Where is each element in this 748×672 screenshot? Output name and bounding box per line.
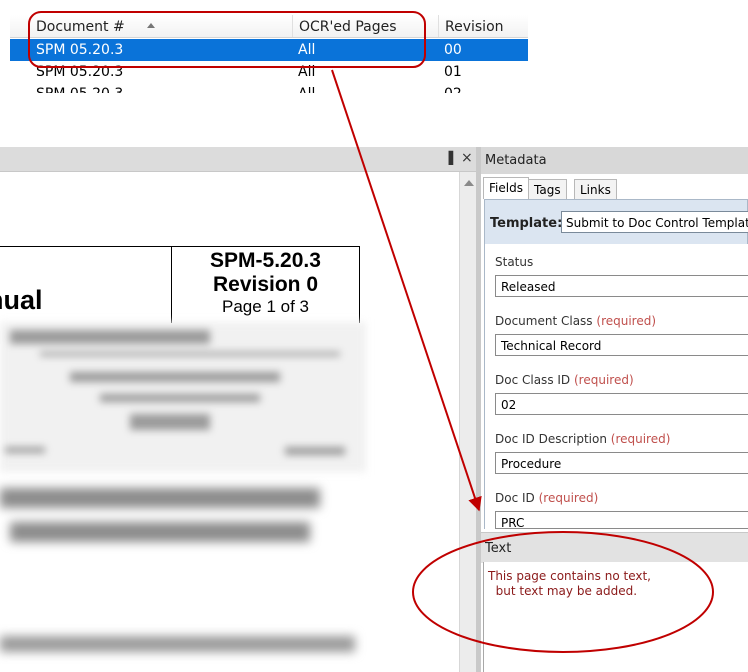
doc-class-id-field[interactable]: 02: [495, 393, 748, 415]
cell-document-number: SPM 05.20.3: [36, 83, 123, 93]
cell-ocr-pages: All: [298, 64, 316, 80]
cell-revision: 02: [444, 83, 462, 93]
metadata-fields: Status Released Document Class (required…: [484, 244, 748, 529]
text-editor-area[interactable]: This page contains no text, but text may…: [483, 562, 748, 672]
tab-tags[interactable]: Tags: [528, 179, 567, 199]
field-label-status: Status: [495, 255, 533, 269]
field-label-doc-id-description: Doc ID Description (required): [495, 432, 670, 446]
column-header-revision[interactable]: Revision: [438, 15, 528, 37]
document-revision: Revision 0: [212, 273, 319, 296]
doc-id-field[interactable]: PRC: [495, 511, 748, 529]
document-grid: Document # OCR'ed Pages Revision SPM 05.…: [10, 15, 528, 93]
table-row[interactable]: SPM 05.20.3 All 01: [10, 61, 528, 83]
cell-ocr-pages: All: [298, 83, 315, 93]
blurred-body-text: [0, 630, 360, 666]
text-panel-header: Text: [481, 532, 748, 563]
column-header-label: OCR'ed Pages: [299, 19, 397, 35]
scroll-up-arrow-icon[interactable]: [464, 180, 474, 186]
blurred-stamp-area: [0, 322, 366, 472]
required-indicator: (required): [574, 373, 634, 387]
field-label-text: Document Class: [495, 314, 593, 328]
required-indicator: (required): [596, 314, 657, 328]
field-label-text: Doc Class ID: [495, 373, 571, 387]
no-text-message: This page contains no text, but text may…: [488, 569, 651, 598]
sort-ascending-icon: [147, 23, 155, 28]
field-label-document-class: Document Class (required): [495, 314, 656, 328]
metadata-title: Metadata: [485, 153, 547, 168]
document-title-fragment: nual: [0, 285, 43, 315]
column-header-label: Revision: [445, 19, 504, 35]
field-label-text: Doc ID: [495, 491, 535, 505]
cell-ocr-pages: All: [298, 42, 316, 58]
status-field[interactable]: Released: [495, 275, 748, 297]
table-row[interactable]: SPM 05.20.3 All 00: [10, 39, 528, 61]
document-number: SPM-5.20.3: [210, 249, 321, 272]
grid-header: Document # OCR'ed Pages Revision: [10, 15, 528, 38]
cell-revision: 01: [444, 64, 462, 80]
document-page: Page 1 of 3: [222, 297, 309, 316]
cell-document-number: SPM 05.20.3: [36, 64, 124, 80]
column-header-ocr-pages[interactable]: OCR'ed Pages: [292, 15, 438, 37]
pane-splitter[interactable]: [476, 147, 481, 672]
field-label-text: Doc ID Description: [495, 432, 607, 446]
required-indicator: (required): [538, 491, 599, 505]
metadata-header: Metadata: [481, 147, 748, 174]
document-id-block: SPM-5.20.3 Revision 0 Page 1 of 3: [172, 247, 359, 317]
field-label-text: Status: [495, 255, 534, 269]
viewer-scrollbar[interactable]: [459, 172, 477, 672]
doc-id-description-field[interactable]: Procedure: [495, 452, 748, 474]
pin-icon[interactable]: ▐: [444, 151, 453, 165]
cell-revision: 00: [444, 42, 462, 58]
required-indicator: (required): [610, 432, 671, 446]
cell-document-number: SPM 05.20.3: [36, 42, 124, 58]
field-label-doc-class-id: Doc Class ID (required): [495, 373, 634, 387]
column-header-document-number[interactable]: Document #: [10, 15, 292, 37]
text-panel-title: Text: [485, 541, 512, 556]
metadata-tabs: Fields Tags Links: [481, 177, 748, 199]
document-header-table: nual SPM-5.20.3 Revision 0 Page 1 of 3: [0, 246, 360, 323]
viewer-title-bar: ▐ ×: [0, 147, 478, 172]
tab-links[interactable]: Links: [574, 179, 617, 199]
blurred-controlled-copy-stamp: [0, 480, 340, 560]
template-dropdown[interactable]: Submit to Doc Control Template: [561, 211, 748, 233]
field-label-doc-id: Doc ID (required): [495, 491, 598, 505]
table-row[interactable]: SPM 05.20.3 All 02: [10, 83, 528, 93]
close-icon[interactable]: ×: [461, 150, 473, 166]
template-label: Template:: [490, 216, 563, 231]
tab-fields[interactable]: Fields: [483, 177, 529, 199]
document-class-field[interactable]: Technical Record: [495, 334, 748, 356]
column-header-label: Document #: [36, 19, 125, 35]
